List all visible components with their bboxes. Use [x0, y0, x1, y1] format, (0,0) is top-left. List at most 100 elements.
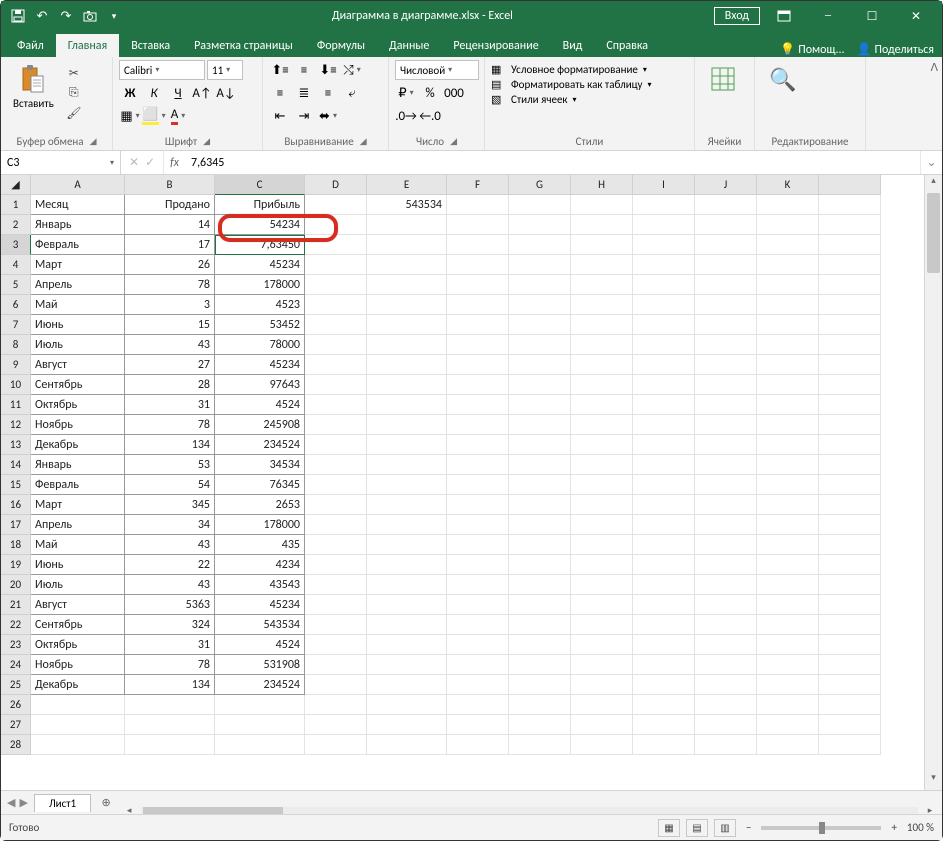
cell[interactable] [633, 335, 695, 355]
cell[interactable] [125, 715, 215, 735]
cell[interactable]: Июль [31, 575, 125, 595]
cell[interactable] [633, 415, 695, 435]
row-header[interactable]: 13 [1, 435, 31, 455]
cell[interactable] [633, 475, 695, 495]
cell[interactable] [633, 435, 695, 455]
cell[interactable] [819, 295, 881, 315]
cell[interactable]: 43 [125, 535, 215, 555]
column-header[interactable]: F [447, 175, 509, 195]
cell[interactable] [819, 355, 881, 375]
cell[interactable] [367, 255, 447, 275]
row-header[interactable]: 12 [1, 415, 31, 435]
cell[interactable] [757, 635, 819, 655]
cell[interactable] [695, 275, 757, 295]
cell[interactable]: 4523 [215, 295, 305, 315]
cell[interactable] [305, 595, 367, 615]
cell[interactable]: 5363 [125, 595, 215, 615]
cell[interactable] [447, 595, 509, 615]
row-header[interactable]: 17 [1, 515, 31, 535]
cell[interactable]: 43 [125, 335, 215, 355]
cell[interactable] [757, 695, 819, 715]
align-bottom-button[interactable]: ⬇≡ [317, 60, 339, 80]
cell[interactable] [125, 735, 215, 755]
cell[interactable] [633, 515, 695, 535]
cell[interactable] [367, 335, 447, 355]
cell[interactable] [447, 195, 509, 215]
cell[interactable]: 43 [125, 575, 215, 595]
tab-view[interactable]: Вид [551, 34, 595, 57]
cell[interactable]: Апрель [31, 275, 125, 295]
cell[interactable]: Апрель [31, 515, 125, 535]
cell[interactable] [695, 455, 757, 475]
worksheet-area[interactable]: ◢ABCDEFGHIJK1МесяцПроданоПрибыль5435342Я… [1, 175, 924, 790]
cell[interactable] [509, 735, 571, 755]
cell[interactable] [447, 355, 509, 375]
cell[interactable]: Прибыль [215, 195, 305, 215]
cell[interactable] [509, 655, 571, 675]
cell[interactable] [509, 515, 571, 535]
cell[interactable] [509, 315, 571, 335]
cell[interactable] [633, 375, 695, 395]
cell[interactable] [819, 615, 881, 635]
cell[interactable] [819, 395, 881, 415]
cell[interactable] [571, 675, 633, 695]
cell[interactable]: Ноябрь [31, 415, 125, 435]
cell[interactable] [571, 455, 633, 475]
cell[interactable] [509, 475, 571, 495]
cell[interactable] [305, 535, 367, 555]
cell[interactable] [447, 255, 509, 275]
cell[interactable] [757, 275, 819, 295]
cell[interactable] [367, 495, 447, 515]
cell[interactable] [305, 395, 367, 415]
cell[interactable]: Март [31, 255, 125, 275]
tab-data[interactable]: Данные [377, 34, 441, 57]
cell[interactable]: 53452 [215, 315, 305, 335]
cell[interactable] [695, 395, 757, 415]
editing-button[interactable]: 🔍 [761, 60, 805, 98]
cell[interactable] [695, 715, 757, 735]
cell[interactable] [509, 575, 571, 595]
zoom-slider[interactable] [761, 826, 881, 830]
cell[interactable] [571, 415, 633, 435]
cell[interactable] [509, 435, 571, 455]
cell[interactable] [757, 615, 819, 635]
cell[interactable] [447, 375, 509, 395]
cell[interactable] [633, 495, 695, 515]
row-header[interactable]: 16 [1, 495, 31, 515]
cell[interactable] [125, 695, 215, 715]
cell[interactable] [819, 655, 881, 675]
cell[interactable]: Март [31, 495, 125, 515]
cell[interactable] [447, 715, 509, 735]
cell[interactable] [509, 375, 571, 395]
cell[interactable] [367, 215, 447, 235]
tab-insert[interactable]: Вставка [119, 34, 182, 57]
cell[interactable] [367, 595, 447, 615]
vertical-scrollbar[interactable]: ▴ ▾ [924, 175, 942, 790]
tab-formulas[interactable]: Формулы [305, 34, 377, 57]
cell[interactable] [305, 655, 367, 675]
cell[interactable]: 34 [125, 515, 215, 535]
page-layout-view-button[interactable]: ▤ [686, 819, 708, 837]
camera-icon[interactable] [81, 7, 99, 25]
cell[interactable] [305, 275, 367, 295]
percent-button[interactable]: % [419, 83, 441, 103]
row-header[interactable]: 28 [1, 735, 31, 755]
format-painter-button[interactable]: 🖌 [64, 104, 84, 122]
decrease-decimal-button[interactable]: ←.0 [419, 106, 441, 126]
cell[interactable] [305, 235, 367, 255]
cell[interactable] [367, 395, 447, 415]
cell[interactable] [819, 575, 881, 595]
cell[interactable] [819, 535, 881, 555]
cell[interactable] [633, 595, 695, 615]
formula-input[interactable]: 7,6345 [185, 151, 920, 174]
expand-formula-bar-icon[interactable]: ⌄ [920, 151, 942, 174]
cell[interactable] [633, 535, 695, 555]
cell[interactable] [695, 255, 757, 275]
cell[interactable] [305, 555, 367, 575]
copy-button[interactable]: ⎘ [64, 84, 84, 102]
cell[interactable]: 53 [125, 455, 215, 475]
row-header[interactable]: 9 [1, 355, 31, 375]
cell[interactable]: 17 [125, 235, 215, 255]
cell[interactable] [819, 555, 881, 575]
cell[interactable]: 78 [125, 415, 215, 435]
